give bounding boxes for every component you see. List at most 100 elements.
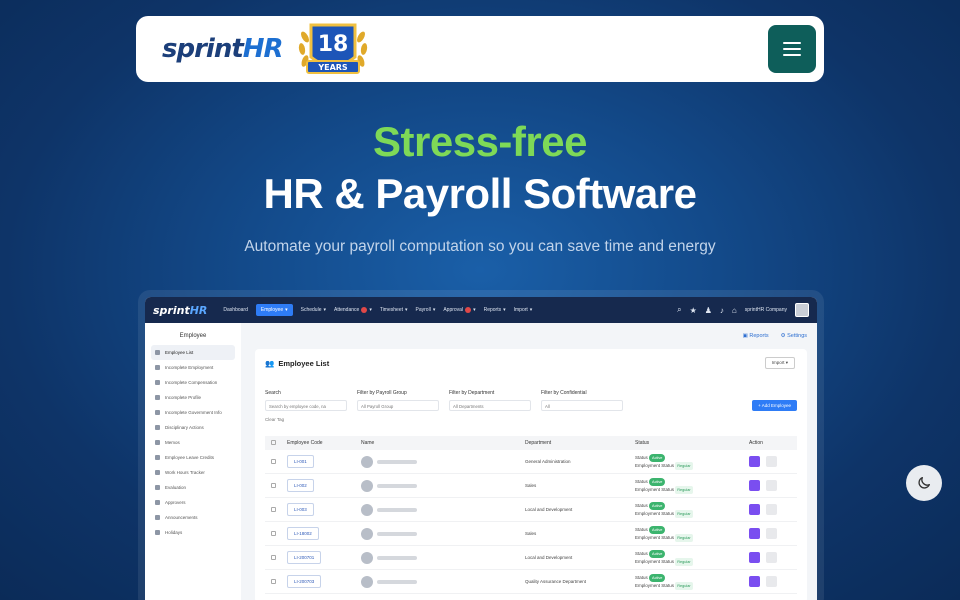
nav-reports[interactable]: Reports ▾ bbox=[484, 307, 506, 313]
edit-icon[interactable] bbox=[749, 576, 760, 587]
delete-icon[interactable] bbox=[766, 528, 777, 539]
employee-code[interactable]: LI-18002 bbox=[287, 527, 319, 540]
edit-icon[interactable] bbox=[749, 480, 760, 491]
table-row[interactable]: LI-18002 Sales Status Active Employment Sta… bbox=[265, 522, 797, 546]
edit-icon[interactable] bbox=[749, 456, 760, 467]
payroll-group-select[interactable]: All Payroll Group bbox=[357, 400, 439, 411]
table-row[interactable]: LI-200703 Quality Assurance Department Sta… bbox=[265, 570, 797, 594]
evaluation-icon bbox=[155, 485, 160, 490]
star-icon[interactable]: ★ bbox=[690, 306, 697, 315]
confidential-select[interactable]: All bbox=[541, 400, 623, 411]
user-name[interactable]: sprintHR Company bbox=[745, 307, 787, 313]
reports-link[interactable]: ▣ Reports bbox=[743, 333, 769, 339]
sidebar-item[interactable]: Announcements bbox=[151, 510, 235, 525]
employee-photo bbox=[361, 455, 373, 468]
row-checkbox[interactable] bbox=[271, 578, 276, 584]
department-filter: Filter by Department All Departments bbox=[449, 390, 531, 411]
approver-icon bbox=[155, 500, 160, 505]
sidebar-item[interactable]: Incomplete Government Info bbox=[151, 405, 235, 420]
table-row[interactable]: LI-003 Local and Development Status Active… bbox=[265, 498, 797, 522]
memo-icon bbox=[155, 440, 160, 445]
app-screenshot: sprintHR Dashboard Employee ▾ Schedule ▾… bbox=[138, 290, 824, 600]
nav-payroll[interactable]: Payroll ▾ bbox=[416, 307, 436, 313]
employee-name bbox=[361, 527, 525, 540]
anniversary-badge: 18 YEARS bbox=[293, 17, 373, 81]
edit-icon[interactable] bbox=[749, 504, 760, 515]
sidebar: Employee Employee List Incomplete Employ… bbox=[145, 323, 241, 600]
avatar[interactable] bbox=[795, 303, 809, 317]
sidebar-item[interactable]: Employee Leave Credits bbox=[151, 450, 235, 465]
department: General Administration bbox=[525, 459, 571, 464]
employee-photo bbox=[361, 551, 373, 564]
employee-code[interactable]: LI-003 bbox=[287, 503, 314, 516]
import-button[interactable]: Import ▾ bbox=[764, 357, 795, 369]
logo-wordmark: sprintHR bbox=[162, 34, 284, 64]
nav-employee[interactable]: Employee ▾ bbox=[255, 304, 293, 316]
app-logo: sprintHR bbox=[153, 303, 208, 317]
employment-status-badge: Regular bbox=[675, 533, 693, 542]
sidebar-item[interactable]: Evaluation bbox=[151, 480, 235, 495]
notification-dot bbox=[361, 307, 368, 313]
nav-timesheet[interactable]: Timesheet ▾ bbox=[380, 307, 408, 313]
leave-icon bbox=[155, 455, 160, 460]
clear-tag-link[interactable]: Clear Tag bbox=[265, 417, 797, 422]
home-icon[interactable]: ⌂ bbox=[732, 306, 737, 315]
delete-icon[interactable] bbox=[766, 576, 777, 587]
row-checkbox[interactable] bbox=[271, 458, 276, 464]
sidebar-item[interactable]: Holidays bbox=[151, 525, 235, 540]
search-icon[interactable]: ⌕ bbox=[677, 305, 681, 315]
table-row[interactable]: LI-200701 Local and Development Status Act… bbox=[265, 546, 797, 570]
department-select[interactable]: All Departments bbox=[449, 400, 531, 411]
sidebar-item-employee-list[interactable]: Employee List bbox=[151, 345, 235, 360]
sidebar-item[interactable]: Incomplete Compensation bbox=[151, 375, 235, 390]
select-all-checkbox[interactable] bbox=[271, 439, 276, 445]
sprinthr-logo[interactable]: sprintHR 18 YEARS bbox=[162, 17, 373, 81]
delete-icon[interactable] bbox=[766, 456, 777, 467]
top-links: ▣ Reports ⚙ Settings bbox=[743, 333, 807, 339]
hamburger-menu-button[interactable] bbox=[768, 25, 816, 73]
sidebar-item[interactable]: Incomplete Profile bbox=[151, 390, 235, 405]
row-checkbox[interactable] bbox=[271, 554, 276, 560]
status-badge: Active bbox=[649, 501, 666, 510]
row-checkbox[interactable] bbox=[271, 482, 276, 488]
edit-icon[interactable] bbox=[749, 528, 760, 539]
sidebar-item[interactable]: Memos bbox=[151, 435, 235, 450]
sidebar-title: Employee bbox=[179, 333, 207, 339]
sidebar-item[interactable]: Approvers bbox=[151, 495, 235, 510]
nav-attendance[interactable]: Attendance ▾ bbox=[334, 307, 372, 313]
nav-dashboard[interactable]: Dashboard bbox=[223, 307, 247, 313]
sidebar-item[interactable]: Incomplete Employment bbox=[151, 360, 235, 375]
nav-import[interactable]: Import ▾ bbox=[514, 307, 533, 313]
row-checkbox[interactable] bbox=[271, 506, 276, 512]
sidebar-item[interactable]: Work Hours Tracker bbox=[151, 465, 235, 480]
bell-icon[interactable]: ♪ bbox=[720, 306, 724, 315]
employee-code[interactable]: LI-200701 bbox=[287, 551, 322, 564]
employee-code[interactable]: LI-200703 bbox=[287, 575, 322, 588]
employee-photo bbox=[361, 575, 373, 588]
delete-icon[interactable] bbox=[766, 552, 777, 563]
nav-schedule[interactable]: Schedule ▾ bbox=[301, 307, 326, 313]
employment-status-badge: Regular bbox=[675, 557, 693, 566]
nav-approval[interactable]: Approval ▾ bbox=[443, 307, 476, 313]
table-row[interactable]: LI-001 General Administration Status Activ… bbox=[265, 450, 797, 474]
employee-photo bbox=[361, 527, 373, 540]
table-row[interactable]: LI-002 Sales Status Active Employment Statu… bbox=[265, 474, 797, 498]
employee-name bbox=[361, 551, 525, 564]
edit-icon[interactable] bbox=[749, 552, 760, 563]
add-employee-button[interactable]: + Add Employee bbox=[752, 400, 797, 411]
sidebar-item[interactable]: Disciplinary Actions bbox=[151, 420, 235, 435]
theme-toggle-button[interactable] bbox=[906, 465, 942, 501]
settings-link[interactable]: ⚙ Settings bbox=[781, 333, 807, 339]
delete-icon[interactable] bbox=[766, 480, 777, 491]
delete-icon[interactable] bbox=[766, 504, 777, 515]
employee-code[interactable]: LI-001 bbox=[287, 455, 314, 468]
row-checkbox[interactable] bbox=[271, 530, 276, 536]
warning-icon bbox=[155, 425, 160, 430]
hamburger-icon bbox=[783, 42, 801, 44]
search-input[interactable]: Search by employee code, na bbox=[265, 400, 347, 411]
user-alert-icon[interactable]: ♟ bbox=[705, 306, 712, 315]
employee-name bbox=[361, 479, 525, 492]
employee-code[interactable]: LI-002 bbox=[287, 479, 314, 492]
employee-name bbox=[361, 455, 525, 468]
employee-table: Employee Code Name Department Status Act… bbox=[265, 436, 797, 594]
